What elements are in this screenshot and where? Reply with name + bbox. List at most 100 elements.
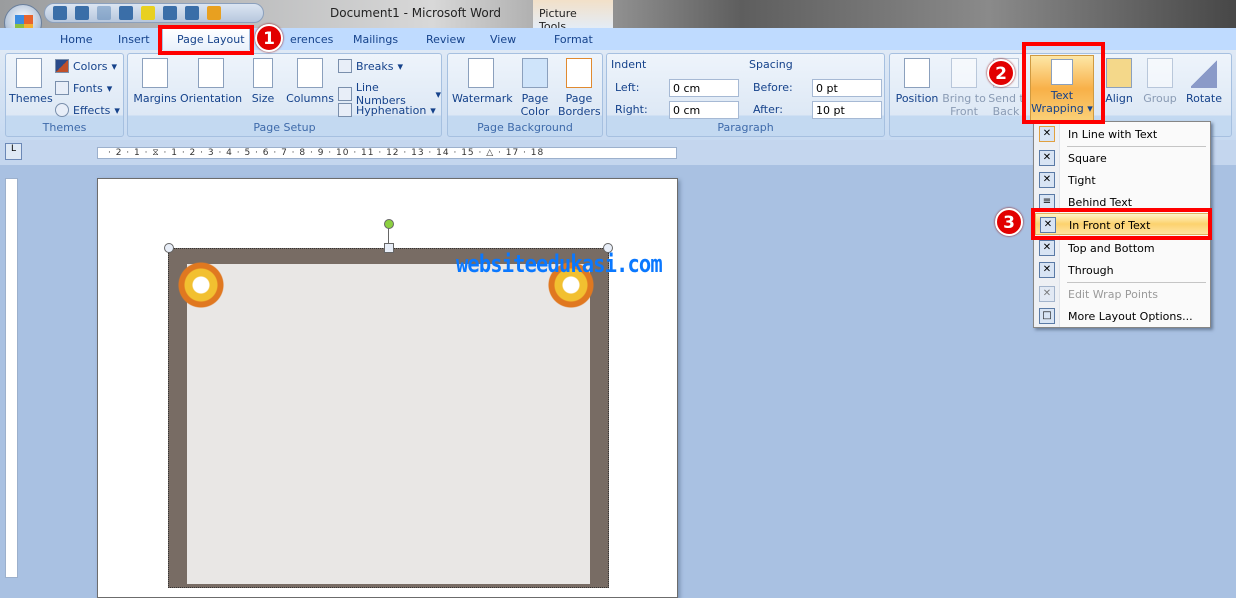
watermark-text: websiteedukasi.com — [456, 250, 663, 278]
redo-icon[interactable] — [97, 6, 111, 20]
menu-item-top-and-bottom[interactable]: ✕ Top and Bottom — [1035, 237, 1209, 259]
clip-art-icon[interactable] — [163, 6, 177, 20]
send-label-2: Back — [992, 105, 1020, 118]
quick-access-toolbar — [44, 3, 264, 23]
ornament-top-left — [170, 250, 232, 320]
position-icon — [904, 58, 930, 88]
position-label: Position — [895, 92, 939, 105]
effects-button[interactable]: Effects ▾ — [55, 103, 120, 117]
document-icon[interactable] — [119, 6, 133, 20]
columns-label: Columns — [286, 92, 334, 105]
annotation-box-3 — [1031, 208, 1212, 240]
paragraph-group: Indent Left: 0 cm Right: 0 cm Spacing Be… — [606, 53, 885, 137]
tab-references[interactable]: erences — [290, 33, 333, 46]
menu-item-edit-wrap-points[interactable]: ✕ Edit Wrap Points — [1035, 283, 1209, 305]
wrap-tight-icon: ✕ — [1039, 172, 1055, 188]
columns-button[interactable]: Columns — [286, 58, 334, 105]
page-color-button[interactable]: Page Color — [516, 58, 554, 118]
tab-mailings[interactable]: Mailings — [353, 33, 398, 46]
themes-group-label: Themes — [42, 121, 87, 134]
themes-group: Themes Colors ▾ Fonts ▾ Effects ▾ Themes — [5, 53, 124, 137]
page-setup-group-label: Page Setup — [253, 121, 316, 134]
indent-left-label: Left: — [615, 81, 640, 94]
bring-to-front-button[interactable]: Bring to Front — [942, 58, 986, 118]
tab-format[interactable]: Format — [554, 33, 593, 46]
tab-view[interactable]: View — [490, 33, 516, 46]
effects-label: Effects — [73, 103, 111, 117]
bring-to-front-icon — [951, 58, 977, 88]
undo-icon[interactable] — [75, 6, 89, 20]
picture-icon[interactable] — [185, 6, 199, 20]
page-borders-icon — [566, 58, 592, 88]
watermark-button[interactable]: Watermark — [452, 58, 513, 105]
size-button[interactable]: Size — [248, 58, 278, 105]
fonts-label: Fonts — [73, 81, 103, 95]
colors-button[interactable]: Colors ▾ — [55, 59, 117, 73]
position-button[interactable]: Position — [894, 58, 940, 105]
menu-item-label: In Line with Text — [1068, 128, 1158, 141]
step-badge-3: 3 — [995, 208, 1023, 236]
wrap-topbottom-icon: ✕ — [1039, 240, 1055, 256]
wrap-through-icon: ✕ — [1039, 262, 1055, 278]
size-label: Size — [251, 92, 275, 105]
spacing-after-input[interactable]: 10 pt — [812, 101, 882, 119]
format-painter-icon[interactable] — [207, 6, 221, 20]
rotation-handle[interactable] — [384, 219, 394, 229]
indent-left-input[interactable]: 0 cm — [669, 79, 739, 97]
menu-item-in-line[interactable]: ✕ In Line with Text — [1035, 123, 1209, 145]
tab-home[interactable]: Home — [60, 33, 92, 46]
rotate-button[interactable]: Rotate — [1184, 58, 1224, 105]
line-numbers-icon — [338, 87, 352, 101]
spacing-after-label: After: — [753, 103, 783, 116]
edit-wrap-points-icon: ✕ — [1039, 286, 1055, 302]
orientation-label: Orientation — [180, 92, 243, 105]
margins-label: Margins — [133, 92, 177, 105]
size-icon — [253, 58, 273, 88]
spacing-before-label: Before: — [753, 81, 793, 94]
picture-inner-area — [187, 264, 590, 584]
page-color-label-2: Color — [520, 105, 550, 118]
orientation-button[interactable]: Orientation — [180, 58, 242, 105]
menu-item-more-layout-options[interactable]: □ More Layout Options... — [1035, 305, 1209, 327]
wrap-square-icon: ✕ — [1039, 150, 1055, 166]
resize-handle-top-left[interactable] — [164, 243, 174, 253]
align-label: Align — [1105, 92, 1133, 105]
rotate-label: Rotate — [1185, 92, 1222, 105]
page-color-icon — [522, 58, 548, 88]
watermark-label: Watermark — [452, 92, 513, 105]
spacing-before-input[interactable]: 0 pt — [812, 79, 882, 97]
group-button[interactable]: Group — [1140, 58, 1180, 105]
window-title: Document1 - Microsoft Word — [330, 6, 502, 20]
page-color-label-1: Page — [521, 92, 549, 105]
hyphenation-icon — [338, 103, 352, 117]
menu-item-label: Square — [1068, 152, 1107, 165]
menu-item-square[interactable]: ✕ Square — [1035, 147, 1209, 169]
fonts-icon — [55, 81, 69, 95]
themes-button[interactable]: Themes — [9, 58, 53, 105]
tab-review[interactable]: Review — [426, 33, 465, 46]
vertical-ruler[interactable] — [5, 178, 18, 578]
indent-right-input[interactable]: 0 cm — [669, 101, 739, 119]
horizontal-ruler[interactable]: · 2 · 1 · ⧖ · 1 · 2 · 3 · 4 · 5 · 6 · 7 … — [97, 147, 677, 159]
spelling-icon[interactable] — [141, 6, 155, 20]
menu-item-label: Edit Wrap Points — [1068, 288, 1158, 301]
effects-icon — [55, 103, 69, 117]
colors-label: Colors — [73, 59, 108, 73]
annotation-box-2 — [1022, 42, 1105, 124]
save-icon[interactable] — [53, 6, 67, 20]
page-borders-button[interactable]: Page Borders — [558, 58, 601, 118]
align-icon — [1106, 58, 1132, 88]
page-borders-label-2: Borders — [558, 105, 601, 118]
margins-button[interactable]: Margins — [133, 58, 177, 105]
menu-item-tight[interactable]: ✕ Tight — [1035, 169, 1209, 191]
resize-handle-top[interactable] — [384, 243, 394, 253]
watermark-icon — [468, 58, 494, 88]
breaks-button[interactable]: Breaks ▾ — [338, 59, 403, 73]
fonts-button[interactable]: Fonts ▾ — [55, 81, 112, 95]
tab-selector[interactable]: L — [5, 143, 22, 160]
menu-item-label: Top and Bottom — [1068, 242, 1155, 255]
tab-insert[interactable]: Insert — [118, 33, 150, 46]
menu-item-through[interactable]: ✕ Through — [1035, 259, 1209, 281]
align-button[interactable]: Align — [1102, 58, 1136, 105]
hyphenation-button[interactable]: Hyphenation ▾ — [338, 103, 436, 117]
